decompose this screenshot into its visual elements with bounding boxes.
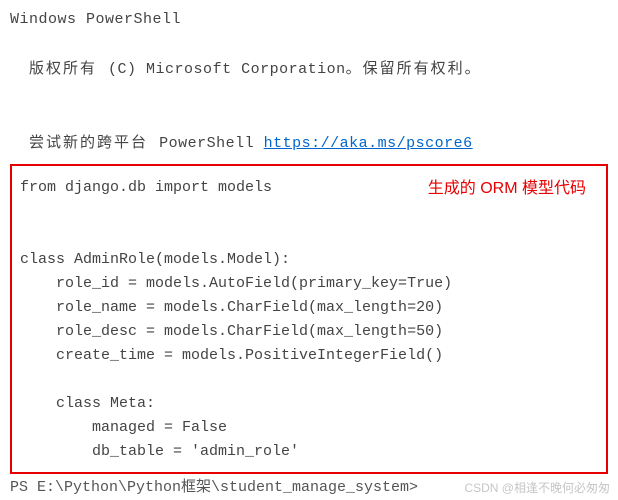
ps-title: Windows PowerShell xyxy=(10,8,608,32)
blank-line xyxy=(20,200,598,224)
code-line: role_desc = models.CharField(max_length=… xyxy=(20,320,598,344)
code-line: role_name = models.CharField(max_length=… xyxy=(20,296,598,320)
code-line: db_table = 'admin_role' xyxy=(20,440,598,464)
copyright-prefix: 版权所有 xyxy=(29,59,108,77)
blank-line xyxy=(10,82,608,106)
watermark: CSDN @相逢不晚何必匆匆 xyxy=(464,479,610,498)
copyright-mid: (C) Microsoft Corporation xyxy=(108,61,346,78)
ps-try-line: 尝试新的跨平台 PowerShell https://aka.ms/pscore… xyxy=(10,106,608,156)
code-line: class AdminRole(models.Model): xyxy=(20,248,598,272)
try-mid: PowerShell xyxy=(159,135,264,152)
code-line: class Meta: xyxy=(20,392,598,416)
code-highlight-box: 生成的 ORM 模型代码 from django.db import model… xyxy=(10,164,608,474)
code-line: role_id = models.AutoField(primary_key=T… xyxy=(20,272,598,296)
annotation-label: 生成的 ORM 模型代码 xyxy=(428,176,586,202)
try-prefix: 尝试新的跨平台 xyxy=(29,133,159,151)
code-line: managed = False xyxy=(20,416,598,440)
blank-line xyxy=(20,224,598,248)
pscore-link[interactable]: https://aka.ms/pscore6 xyxy=(264,135,473,152)
ps-copyright: 版权所有 (C) Microsoft Corporation。保留所有权利。 xyxy=(10,32,608,82)
blank-line xyxy=(20,368,598,392)
code-line: create_time = models.PositiveIntegerFiel… xyxy=(20,344,598,368)
copyright-suffix: 。保留所有权利。 xyxy=(346,59,482,77)
